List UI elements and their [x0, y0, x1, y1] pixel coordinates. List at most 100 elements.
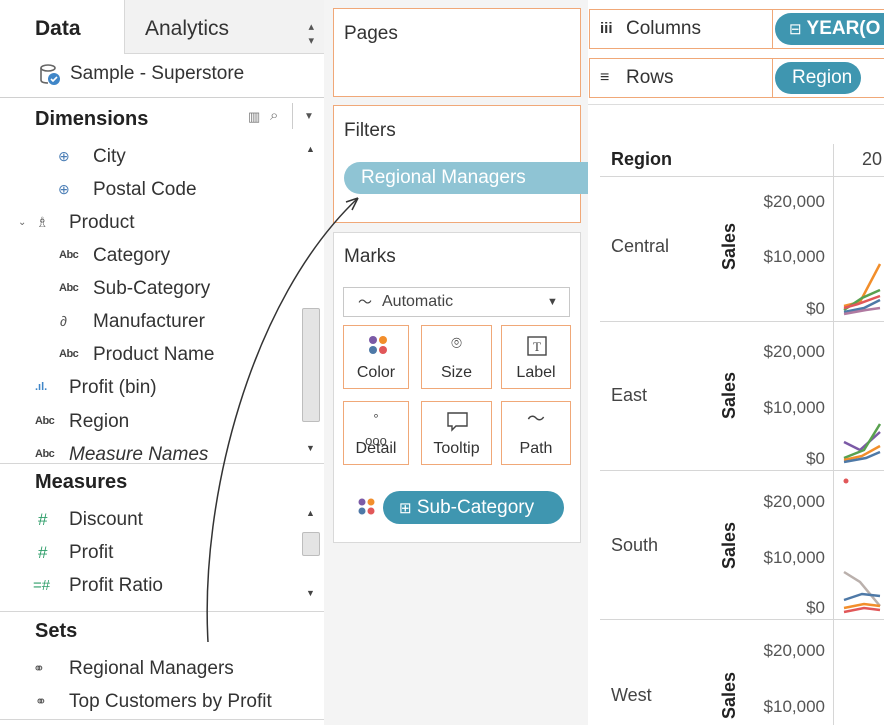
hierarchy-icon: ♗	[36, 214, 49, 230]
region-label[interactable]: South	[611, 535, 658, 556]
divider	[0, 719, 324, 720]
tick-label: $20,000	[763, 342, 825, 361]
year-header[interactable]: 20	[862, 149, 882, 170]
field-label: Measure Names	[69, 444, 209, 462]
field-label: City	[93, 146, 126, 167]
columns-title: Columns	[626, 18, 701, 39]
field-city[interactable]: ⊕ City	[0, 140, 300, 173]
sub-category-pill-label: Sub-Category	[416, 497, 535, 518]
field-label: Category	[93, 245, 171, 266]
axis-title: Sales	[719, 671, 739, 719]
abc-icon: Abc	[59, 249, 79, 261]
tick-label: $10,000	[763, 398, 825, 417]
rows-icon: ≡	[600, 69, 610, 86]
tooltip-button[interactable]: Tooltip	[421, 401, 492, 465]
tab-data[interactable]: Data	[0, 0, 124, 55]
path-icon: 〜	[527, 409, 545, 429]
hash-icon: #	[38, 543, 48, 562]
axis-title: Sales	[719, 521, 739, 569]
columns-icon: iii	[600, 20, 613, 37]
region-label[interactable]: East	[611, 385, 647, 406]
set-top-customers[interactable]: ⚭ Top Customers by Profit	[0, 685, 300, 718]
path-button[interactable]: 〜 Path	[501, 401, 571, 465]
tick-label: $10,000	[763, 697, 825, 716]
tick-label: $20,000	[763, 192, 825, 211]
dimensions-header: Dimensions ▥ ⌕ ▼	[0, 103, 324, 135]
tick-label: $0	[806, 598, 825, 617]
datasource-row[interactable]: Sample - Superstore	[0, 55, 324, 98]
path-label: Path	[519, 440, 553, 457]
set-regional-managers[interactable]: ⚭ Regional Managers	[0, 652, 300, 685]
calc-hash-icon: =#	[33, 577, 51, 594]
hash-icon: #	[38, 510, 48, 529]
columns-shelf-label: iii Columns	[589, 9, 773, 49]
region-header[interactable]: Region	[611, 149, 672, 170]
axis-title: Sales	[719, 222, 739, 270]
axis-title: Sales	[719, 371, 739, 419]
chevron-down-icon[interactable]: ▼	[547, 288, 558, 316]
rows-pill-region[interactable]: Region	[775, 62, 861, 94]
field-label: Postal Code	[93, 179, 197, 200]
view-toggle-icon[interactable]: ▥	[248, 109, 260, 125]
mark-type-label: Automatic	[382, 293, 454, 310]
set-icon: ⚭	[33, 660, 45, 676]
field-label: Regional Managers	[69, 658, 234, 679]
field-label: Profit (bin)	[69, 377, 157, 398]
drag-arrow	[206, 197, 359, 643]
region-label[interactable]: West	[611, 685, 652, 706]
tick-label: $0	[806, 299, 825, 318]
expand-icon[interactable]: ⊞	[399, 500, 412, 517]
measures-title: Measures	[35, 471, 128, 493]
search-icon[interactable]: ⌕	[270, 107, 278, 124]
dimensions-menu-icon[interactable]: ▼	[304, 111, 314, 122]
field-label: Region	[69, 411, 130, 432]
tab-menu-arrows-icon[interactable]: ▴ ▾	[308, 20, 314, 48]
region-label[interactable]: Central	[611, 236, 669, 257]
tooltip-label: Tooltip	[433, 440, 480, 457]
bin-icon: .ıl.	[35, 381, 48, 393]
tooltip-icon	[447, 412, 468, 432]
abc-icon: Abc	[35, 448, 55, 460]
pages-title: Pages	[344, 23, 398, 44]
sets-title: Sets	[35, 620, 78, 642]
tick-label: $20,000	[763, 641, 825, 660]
label-label: Label	[516, 364, 556, 381]
line-marks[interactable]	[840, 180, 884, 725]
label-button[interactable]: T Label	[501, 325, 571, 389]
field-label: Discount	[69, 509, 143, 530]
scroll-up-icon[interactable]: ▲	[306, 144, 315, 154]
size-label: Size	[440, 364, 473, 381]
globe-icon: ⊕	[58, 148, 70, 164]
rows-title: Rows	[626, 67, 674, 88]
field-label: Product	[69, 212, 135, 233]
sub-category-pill[interactable]: ⊞ Sub-Category	[383, 491, 564, 524]
field-label: Manufacturer	[93, 311, 205, 332]
tab-analytics[interactable]: Analytics ▴ ▾	[124, 0, 324, 54]
abc-icon: Abc	[35, 415, 55, 427]
set-icon: ⚭	[35, 693, 47, 709]
tick-label: $20,000	[763, 492, 825, 511]
datasource-icon	[40, 64, 60, 85]
tick-label: $10,000	[763, 548, 825, 567]
chevron-down-icon[interactable]: ⌄	[18, 206, 26, 239]
datasource-name: Sample - Superstore	[70, 63, 245, 84]
label-icon: T	[527, 336, 547, 356]
pages-shelf[interactable]: Pages	[333, 8, 581, 97]
field-label: Profit	[69, 542, 114, 563]
rows-shelf-label: ≡ Rows	[589, 58, 773, 98]
tab-analytics-label: Analytics	[145, 17, 230, 40]
abc-icon: Abc	[59, 282, 79, 294]
filters-title: Filters	[344, 120, 396, 141]
field-label: Top Customers by Profit	[69, 691, 272, 712]
tick-label: $10,000	[763, 247, 825, 266]
abc-icon: Abc	[59, 348, 79, 360]
field-label: Profit Ratio	[69, 575, 163, 596]
columns-pill-label: YEAR(O	[806, 18, 881, 39]
filter-pill-regional-managers[interactable]: Regional Managers	[344, 162, 606, 194]
size-button[interactable]: ⌾ Size	[421, 325, 492, 389]
columns-pill-year[interactable]: ⊟ YEAR(O	[775, 13, 884, 45]
collapse-icon[interactable]: ⊟	[789, 21, 802, 38]
size-icon: ⌾	[451, 333, 462, 353]
link-icon: ∂	[60, 313, 67, 329]
dimensions-title: Dimensions	[35, 108, 149, 130]
